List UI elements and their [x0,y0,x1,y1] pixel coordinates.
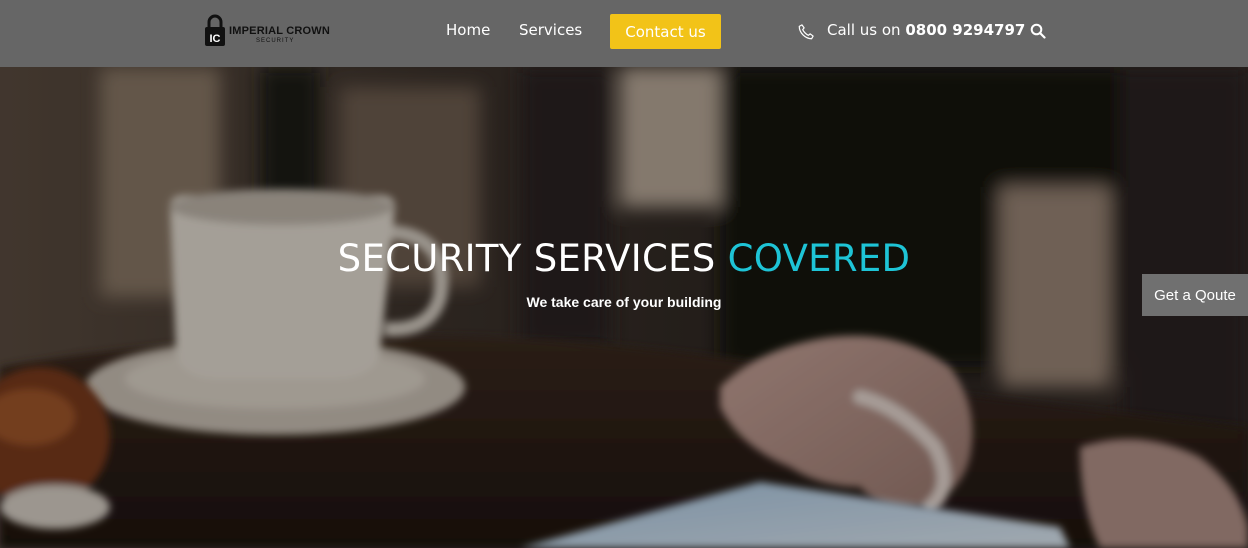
padlock-logo-icon: IC [205,14,225,46]
call-prefix: Call us on [827,21,901,39]
hero-title-main: SECURITY SERVICES [337,237,716,280]
phone-icon [798,24,814,40]
nav-services-link[interactable]: Services [519,21,582,39]
brand-subtitle: SECURITY [256,38,295,44]
site-header: IC IMPERIAL CROWN SECURITY Home Services… [0,0,1248,67]
hero-subtitle: We take care of your building [526,294,722,310]
nav-home-link[interactable]: Home [446,21,490,39]
svg-text:IC: IC [210,33,221,45]
contact-us-button[interactable]: Contact us [610,14,721,49]
call-us-text[interactable]: Call us on 0800 9294797 [827,21,1025,39]
hero-title: SECURITY SERVICES COVERED [0,237,1248,280]
brand-name: IMPERIAL CROWN [229,25,330,37]
hero-title-accent: COVERED [727,237,911,280]
phone-number[interactable]: 0800 9294797 [905,21,1025,39]
brand-logo[interactable]: IC IMPERIAL CROWN SECURITY [204,14,336,46]
get-a-quote-button[interactable]: Get a Qoute [1142,274,1248,316]
search-icon[interactable] [1030,23,1046,39]
hero-section: SECURITY SERVICES COVERED We take care o… [0,67,1248,548]
